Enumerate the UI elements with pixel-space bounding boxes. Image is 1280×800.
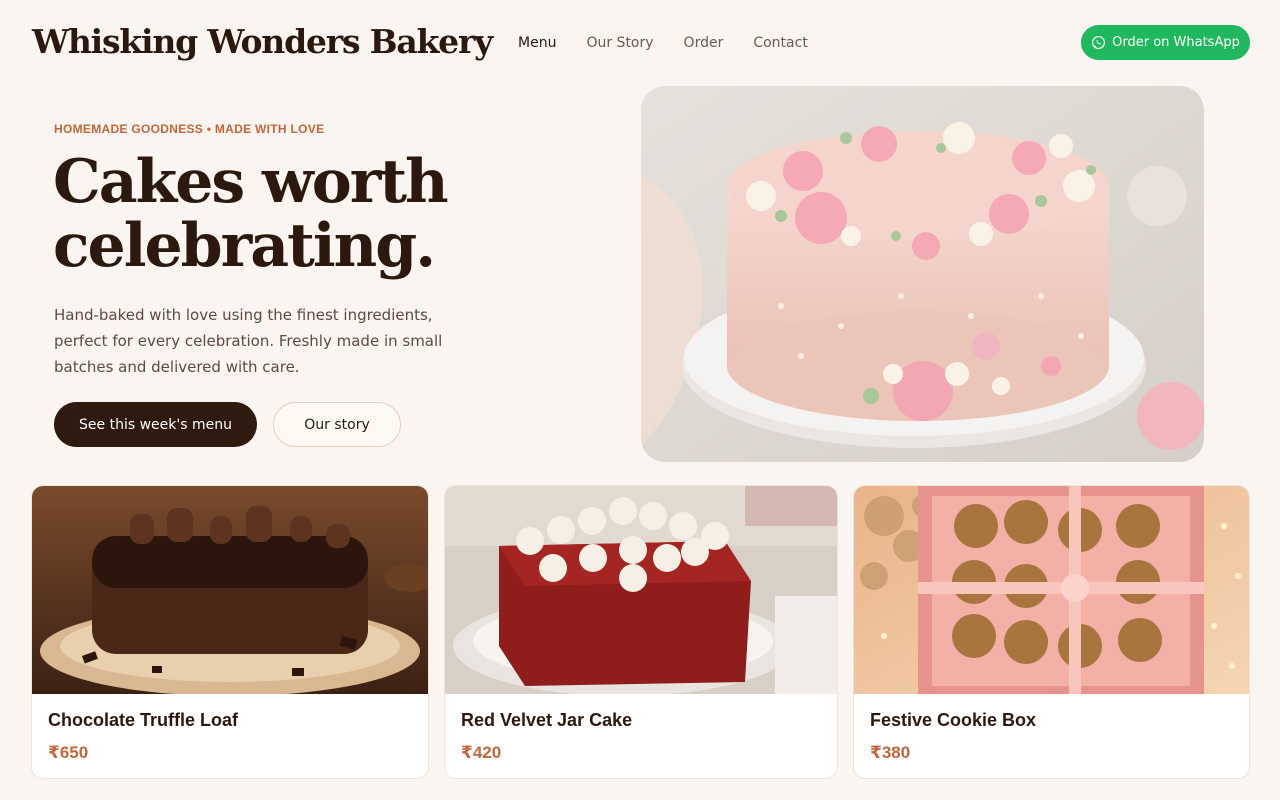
product-name: Festive Cookie Box — [870, 710, 1037, 730]
hero-headline: Cakes worth celebrating. — [53, 150, 573, 278]
hero-description-line2: perfect for every celebration. Freshly m… — [54, 332, 443, 350]
our-story-button[interactable]: Our story — [273, 402, 401, 447]
nav-item-our-story[interactable]: Our Story — [586, 35, 653, 51]
chocolate-loaf-image — [32, 486, 428, 694]
nav-item-order[interactable]: Order — [684, 35, 724, 51]
product-price: ₹420 — [461, 743, 502, 762]
nav-item-menu[interactable]: Menu — [518, 35, 556, 51]
main-nav: Menu Our Story Order Contact — [518, 35, 838, 51]
order-whatsapp-label: Order on WhatsApp — [1112, 35, 1240, 50]
hero-description-line3: batches and delivered with care. — [54, 358, 300, 376]
brand-logo[interactable]: Whisking Wonders Bakery — [32, 22, 493, 61]
hero-eyebrow: HOMEMADE GOODNESS • MADE WITH LOVE — [54, 122, 325, 136]
hero-description: Hand-baked with love using the finest in… — [54, 302, 454, 380]
product-price: ₹380 — [870, 743, 911, 762]
product-name: Chocolate Truffle Loaf — [48, 710, 239, 730]
product-card[interactable]: Red Velvet Jar Cake ₹420 — [444, 485, 838, 779]
cookie-box-image — [854, 486, 1249, 694]
hero-headline-line2: celebrating. — [53, 211, 436, 281]
red-velvet-image — [445, 486, 837, 694]
product-card[interactable]: Festive Cookie Box ₹380 — [853, 485, 1250, 779]
product-price: ₹650 — [48, 743, 89, 762]
product-card[interactable]: Chocolate Truffle Loaf ₹650 — [31, 485, 429, 779]
product-name: Red Velvet Jar Cake — [461, 710, 633, 730]
see-menu-button[interactable]: See this week's menu — [54, 402, 257, 447]
hero-cake-image — [641, 86, 1204, 462]
whatsapp-icon — [1091, 35, 1106, 50]
order-whatsapp-button[interactable]: Order on WhatsApp — [1081, 25, 1250, 60]
nav-item-contact[interactable]: Contact — [753, 35, 807, 51]
hero-headline-line1: Cakes worth — [53, 147, 449, 217]
hero-description-line1: Hand-baked with love using the finest in… — [54, 306, 433, 324]
